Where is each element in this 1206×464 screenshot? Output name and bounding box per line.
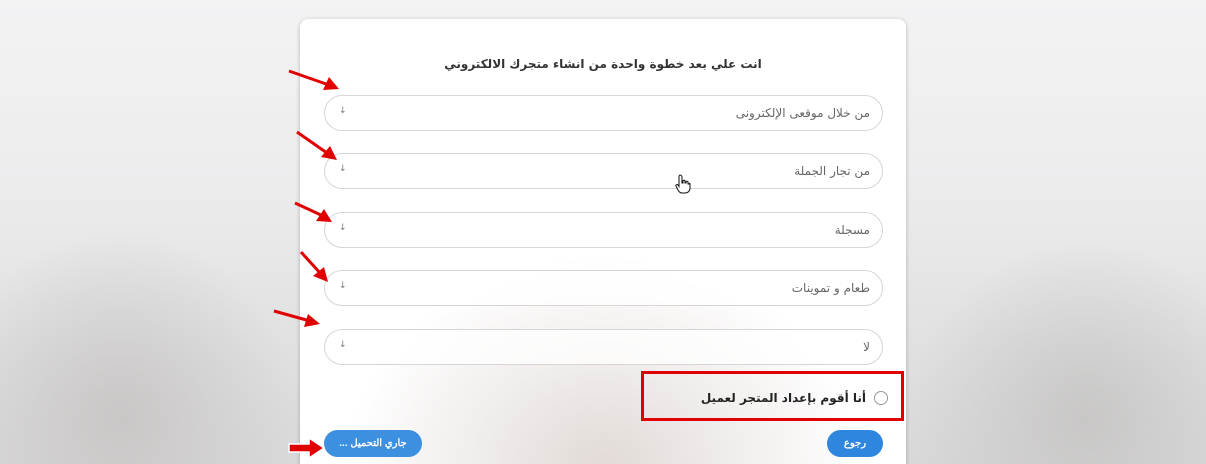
red-annotation-arrow-icon [294,201,332,222]
red-annotation-arrow-icon [288,437,326,459]
background-blur-right [905,240,1206,464]
form-title: انت علي بعد خطوة واحدة من انشاء متجرك ال… [444,57,762,71]
back-button[interactable]: رجوع [827,430,883,457]
select-value: من تجار الجملة [794,164,870,178]
loading-button[interactable]: جاري التحميل ... [324,430,422,457]
supplier-source-select[interactable]: من تجار الجملة ↓ [324,153,883,189]
select-value: لا [863,340,870,354]
red-annotation-arrow-icon [288,69,339,90]
select-arrow-icon: ↓ [339,164,347,174]
store-category-select[interactable]: طعام و تموينات ↓ [324,270,883,306]
red-annotation-arrow-icon [273,309,320,327]
sales-channel-select[interactable]: من خلال موقعى الإلكترونى ↓ [324,95,883,131]
select-arrow-icon: ↓ [339,106,347,116]
select-value: طعام و تموينات [791,281,870,295]
background-blur-left [0,230,300,464]
select-arrow-icon: ↓ [339,223,347,233]
additional-option-select[interactable]: لا ↓ [324,329,883,365]
select-arrow-icon: ↓ [339,281,347,291]
red-annotation-arrow-icon [296,130,337,160]
select-value: من خلال موقعى الإلكترونى [735,106,870,120]
red-annotation-arrow-icon [299,250,328,282]
select-arrow-icon: ↓ [339,340,347,350]
registration-status-select[interactable]: مسجلة ↓ [324,212,883,248]
annotation-highlight-box [641,371,904,421]
select-value: مسجلة [834,223,870,237]
hand-cursor-icon [675,174,691,194]
